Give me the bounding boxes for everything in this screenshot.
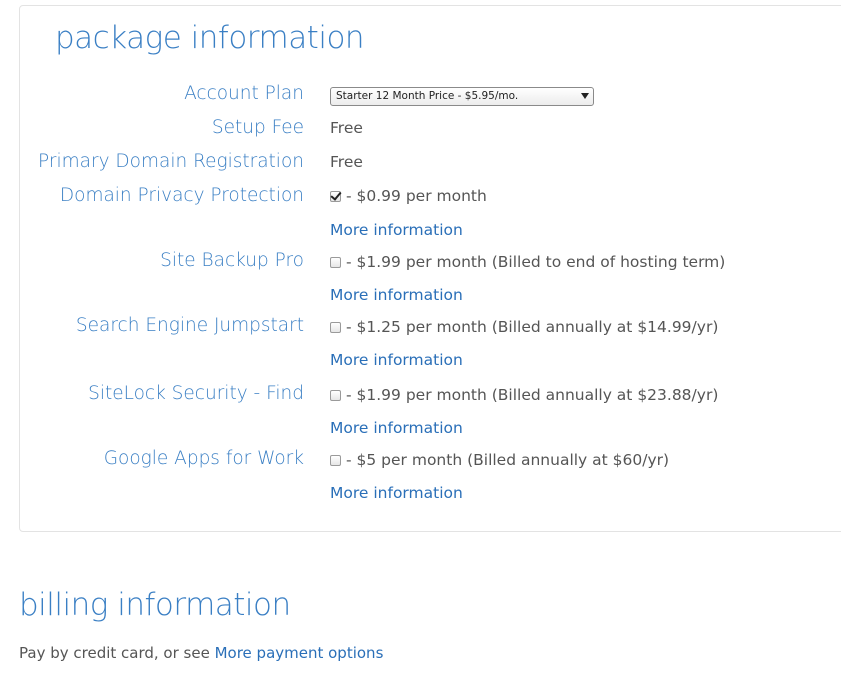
site-backup-label: Site Backup Pro (160, 250, 304, 271)
domain-privacy-more-info-link[interactable]: More information (330, 222, 463, 239)
site-backup-option: - $1.99 per month (Billed to end of host… (330, 253, 726, 271)
search-engine-jumpstart-more-info-link[interactable]: More information (330, 352, 463, 369)
domain-privacy-price: - $0.99 per month (346, 187, 487, 205)
setup-fee-value: Free (330, 119, 363, 137)
package-information-title: package information (55, 20, 365, 56)
primary-domain-label: Primary Domain Registration (38, 151, 304, 172)
site-backup-checkbox[interactable] (330, 257, 341, 269)
billing-info-text: Pay by credit card, or see More payment … (19, 646, 383, 661)
site-backup-more-info-link[interactable]: More information (330, 287, 463, 304)
domain-privacy-option: - $0.99 per month (330, 187, 487, 205)
sitelock-option: - $1.99 per month (Billed annually at $2… (330, 386, 719, 404)
primary-domain-value: Free (330, 153, 363, 171)
billing-intro: Pay by credit card, or see (19, 644, 215, 662)
setup-fee-label: Setup Fee (211, 117, 304, 138)
account-plan-label: Account Plan (184, 83, 304, 104)
domain-privacy-checkbox[interactable] (330, 191, 341, 203)
sitelock-price: - $1.99 per month (Billed annually at $2… (346, 386, 719, 404)
sitelock-label: SiteLock Security - Find (88, 383, 304, 404)
billing-information-title: billing information (19, 587, 291, 623)
search-engine-jumpstart-checkbox[interactable] (330, 322, 341, 334)
google-apps-label: Google Apps for Work (103, 448, 304, 469)
sitelock-more-info-link[interactable]: More information (330, 420, 463, 437)
site-backup-price: - $1.99 per month (Billed to end of host… (346, 253, 726, 271)
account-plan-select[interactable]: Starter 12 Month Price - $5.95/mo. (330, 87, 594, 106)
search-engine-jumpstart-price: - $1.25 per month (Billed annually at $1… (346, 318, 719, 336)
google-apps-more-info-link[interactable]: More information (330, 485, 463, 502)
search-engine-jumpstart-option: - $1.25 per month (Billed annually at $1… (330, 318, 719, 336)
google-apps-checkbox[interactable] (330, 455, 341, 467)
chevron-down-icon (581, 93, 589, 99)
search-engine-jumpstart-label: Search Engine Jumpstart (75, 315, 304, 336)
account-plan-selected-value: Starter 12 Month Price - $5.95/mo. (336, 90, 519, 102)
domain-privacy-label: Domain Privacy Protection (59, 185, 304, 206)
more-payment-options-link[interactable]: More payment options (215, 644, 384, 662)
sitelock-checkbox[interactable] (330, 390, 341, 402)
google-apps-price: - $5 per month (Billed annually at $60/y… (346, 451, 670, 469)
google-apps-option: - $5 per month (Billed annually at $60/y… (330, 451, 670, 469)
